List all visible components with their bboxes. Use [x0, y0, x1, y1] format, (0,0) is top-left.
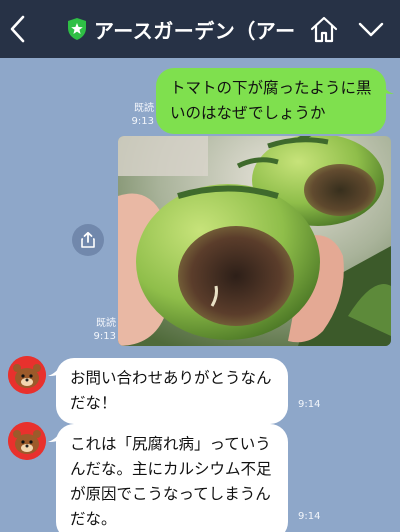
- mascot-avatar-icon: [8, 356, 46, 394]
- message-meta: 既読 9:13: [120, 102, 154, 128]
- message-line: が原因でこうなってしまうん: [70, 485, 271, 503]
- mascot-avatar[interactable]: [8, 356, 46, 394]
- share-icon: [81, 231, 95, 248]
- message-time: 9:13: [131, 116, 154, 127]
- message-line: お問い合わせありがとうなん: [70, 369, 272, 387]
- message-time: 9:13: [93, 331, 116, 342]
- share-button[interactable]: [72, 224, 104, 256]
- tomato-image: [118, 136, 391, 346]
- message-time: 9:14: [298, 399, 321, 410]
- read-receipt: 既読: [96, 318, 116, 329]
- home-icon: [310, 16, 338, 43]
- tomato-photo[interactable]: [118, 136, 391, 346]
- chat-header: アースガーデン（アー: [0, 0, 400, 58]
- message-bubble-received[interactable]: お問い合わせありがとうなん だな！: [56, 358, 288, 424]
- home-button[interactable]: [308, 13, 340, 45]
- read-receipt: 既読: [134, 103, 154, 114]
- message-line: トマトの下が腐ったように黒: [170, 79, 372, 97]
- back-button[interactable]: [6, 12, 30, 46]
- message-line: んだな。主にカルシウム不足: [70, 460, 272, 478]
- message-line: いのはなぜでしょうか: [170, 104, 326, 122]
- chevron-left-icon: [10, 15, 25, 43]
- message-line: だな！: [70, 394, 117, 412]
- message-line: だな。: [70, 510, 117, 528]
- message-line: これは「尻腐れ病」っていう: [70, 435, 271, 453]
- mascot-avatar-icon: [8, 422, 46, 460]
- message-meta: 既読 9:13: [82, 317, 116, 343]
- chat-area[interactable]: 既読 9:13 トマトの下が腐ったように黒 いのはなぜでしょうか 既読 9:13…: [0, 58, 400, 532]
- message-bubble-received[interactable]: これは「尻腐れ病」っていう んだな。主にカルシウム不足 が原因でこうなってしまう…: [56, 424, 288, 532]
- message-time: 9:14: [298, 511, 321, 522]
- message-bubble-sent[interactable]: トマトの下が腐ったように黒 いのはなぜでしょうか: [156, 68, 386, 134]
- chat-title-group[interactable]: アースガーデン（アー: [66, 12, 296, 46]
- menu-dropdown-button[interactable]: [356, 16, 386, 42]
- star-shield-icon: [68, 18, 86, 40]
- mascot-avatar[interactable]: [8, 422, 46, 460]
- chevron-down-icon: [358, 22, 384, 37]
- chat-title: アースガーデン（アー: [94, 18, 296, 43]
